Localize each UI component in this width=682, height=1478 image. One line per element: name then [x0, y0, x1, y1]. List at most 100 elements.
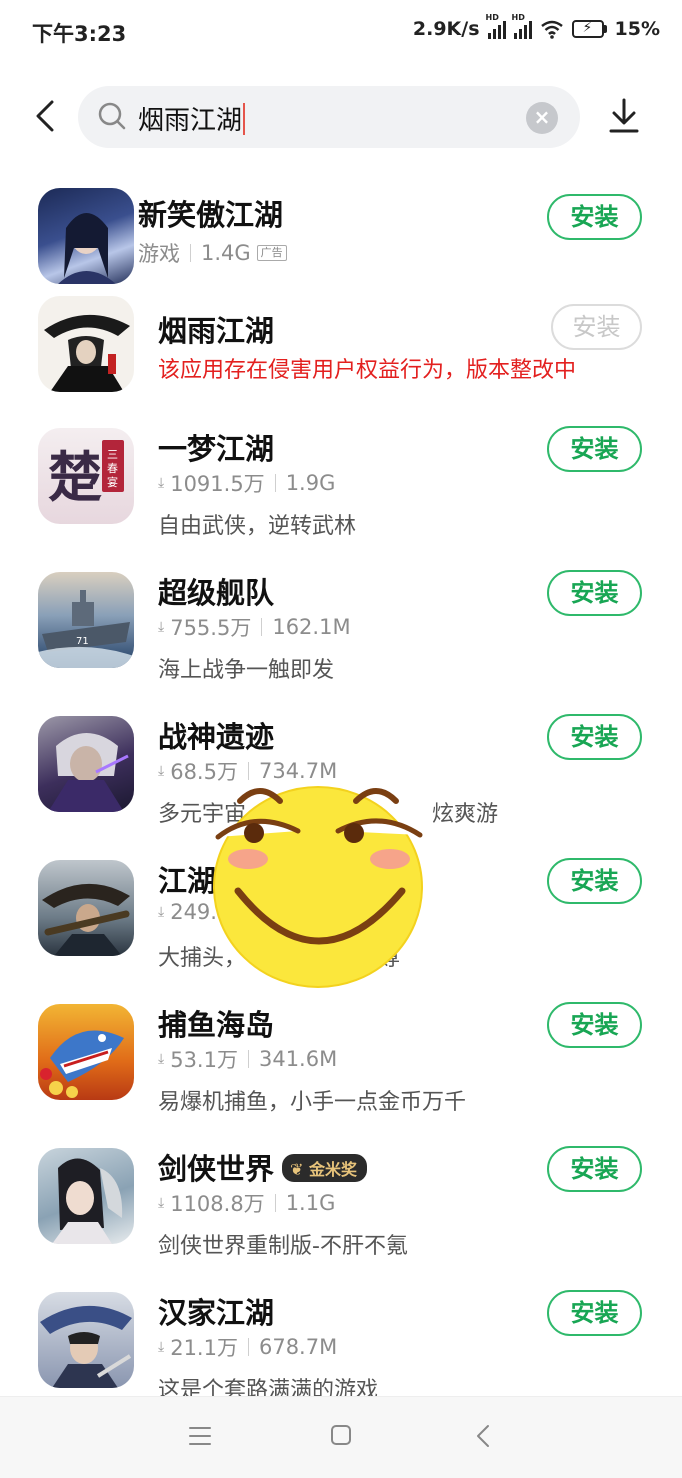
app-size: 734.7M — [258, 759, 338, 783]
app-downloads: 1108.8万 — [170, 1192, 265, 1216]
list-item[interactable]: 71 超级舰队 ⤓ 755.5万 162.1M 海上战争一触即发 安装 — [0, 570, 682, 690]
app-meta: ⤓ 249. — [158, 900, 217, 924]
app-downloads: 21.1万 — [170, 1336, 238, 1360]
app-size: 1.4G — [201, 241, 251, 265]
app-downloads: 1091.5万 — [170, 472, 265, 496]
status-bar: 下午3:23 2.9K/s HD HD ⚡ 15% — [0, 0, 682, 62]
list-item[interactable]: 战神遗迹 ⤓ 68.5万 734.7M 多元宇宙 炫爽游 安装 — [0, 714, 682, 834]
home-icon[interactable] — [329, 1423, 353, 1447]
signal-icon-2: HD — [512, 13, 532, 39]
download-count-icon: ⤓ — [158, 763, 165, 779]
download-count-icon: ⤓ — [158, 1195, 165, 1211]
app-meta: ⤓ 1091.5万 1.9G — [158, 468, 335, 498]
app-size: 1.9G — [285, 471, 336, 495]
list-item[interactable]: 捕鱼海岛 ⤓ 53.1万 341.6M 易爆机捕鱼，小手一点金币万千 安装 — [0, 1002, 682, 1122]
list-item[interactable]: 汉家江湖 ⤓ 21.1万 678.7M 这是个套路满满的游戏 安装 — [0, 1290, 682, 1410]
list-item[interactable]: 剑侠世界 ❦ 金米奖 ⤓ 1108.8万 1.1G 剑侠世界重制版-不肝不氪 安装 — [0, 1146, 682, 1266]
app-description-start: 多元宇宙 — [158, 802, 247, 827]
install-button[interactable]: 安装 — [547, 1146, 642, 1192]
list-item[interactable]: 楚三春宴 一梦江湖 ⤓ 1091.5万 1.9G 自由武侠，逆转武林 安装 — [0, 426, 682, 546]
text-caret — [243, 103, 246, 135]
download-icon[interactable] — [604, 96, 644, 136]
app-description: 大捕头， 尊 — [158, 940, 400, 972]
app-size: 1.1G — [285, 1191, 336, 1215]
app-name: 剑侠世界 — [158, 1152, 275, 1186]
install-button[interactable]: 安装 — [547, 194, 642, 240]
search-query-text: 烟雨江湖 — [138, 100, 246, 137]
app-downloads: 249. — [170, 900, 217, 924]
app-downloads: 68.5万 — [170, 760, 238, 784]
app-icon-yanyu[interactable] — [38, 296, 134, 392]
clear-search-button[interactable]: × — [526, 102, 558, 134]
download-count-icon: ⤓ — [158, 619, 165, 635]
hd-label-2: HD — [511, 13, 525, 22]
laurel-icon: ❦ — [290, 1160, 304, 1179]
install-button[interactable]: 安装 — [547, 570, 642, 616]
app-meta: 游戏 1.4G 广告 — [138, 238, 287, 268]
app-size: 162.1M — [272, 615, 351, 639]
app-description-start: 大捕头， — [158, 946, 247, 971]
download-count-icon: ⤓ — [158, 904, 165, 920]
network-speed: 2.9K/s — [412, 18, 480, 40]
svg-text:宴: 宴 — [107, 475, 118, 489]
status-time: 下午3:23 — [32, 22, 127, 46]
app-icon-yimeng[interactable]: 楚三春宴 — [38, 428, 134, 524]
app-name-with-badge: 剑侠世界 ❦ 金米奖 — [158, 1146, 368, 1188]
warning-text: 该应用存在侵害用户权益行为，版本整改中 — [158, 358, 577, 383]
install-button[interactable]: 安装 — [547, 426, 642, 472]
app-description: 自由武侠，逆转武林 — [158, 514, 357, 539]
app-icon-chaoji[interactable]: 71 — [38, 572, 134, 668]
app-name: 战神遗迹 — [158, 720, 275, 754]
list-item[interactable]: 江湖 ⤓ 249. 大捕头， 尊 安装 — [0, 858, 682, 978]
app-size: 678.7M — [258, 1335, 338, 1359]
app-icon-jianxia[interactable] — [38, 1148, 134, 1244]
search-query: 烟雨江湖 — [138, 106, 243, 136]
download-count-icon: ⤓ — [158, 1051, 165, 1067]
status-indicators: 2.9K/s HD HD ⚡ 15% — [412, 13, 660, 40]
search-input[interactable]: 烟雨江湖 × — [78, 86, 580, 148]
ad-tag: 广告 — [256, 245, 287, 261]
search-icon — [98, 102, 126, 130]
system-nav-bar — [0, 1396, 682, 1478]
app-meta: ⤓ 68.5万 734.7M — [158, 756, 337, 786]
app-description-end: 炫爽游 — [432, 802, 499, 827]
svg-text:71: 71 — [76, 636, 89, 647]
install-button[interactable]: 安装 — [547, 1002, 642, 1048]
list-item[interactable]: 新笑傲江湖 游戏 1.4G 广告 安装 — [0, 170, 682, 290]
list-item[interactable]: 烟雨江湖 该应用存在侵害用户权益行为，版本整改中 安装 — [0, 292, 682, 412]
app-icon-zhanshen[interactable] — [38, 716, 134, 812]
hd-label: HD — [485, 13, 499, 22]
app-category: 游戏 — [138, 242, 180, 266]
app-description-end: 尊 — [378, 946, 401, 971]
app-description: 易爆机捕鱼，小手一点金币万千 — [158, 1090, 467, 1115]
install-button-disabled: 安装 — [551, 304, 642, 350]
app-icon-buyu[interactable] — [38, 1004, 134, 1100]
install-button[interactable]: 安装 — [547, 1290, 642, 1336]
app-name: 江湖 — [158, 864, 217, 898]
app-meta: ⤓ 1108.8万 1.1G — [158, 1188, 335, 1218]
app-description: 海上战争一触即发 — [158, 658, 335, 683]
app-meta: ⤓ 21.1万 678.7M — [158, 1332, 337, 1362]
app-description: 多元宇宙 炫爽游 — [158, 796, 498, 828]
app-name: 烟雨江湖 — [158, 314, 275, 348]
award-badge: ❦ 金米奖 — [282, 1154, 368, 1182]
install-button[interactable]: 安装 — [547, 714, 642, 760]
app-size: 341.6M — [258, 1047, 338, 1071]
app-name: 捕鱼海岛 — [158, 1008, 275, 1042]
app-name: 超级舰队 — [158, 576, 275, 610]
search-header: 烟雨江湖 × — [0, 82, 682, 150]
app-icon-jianghu[interactable] — [38, 860, 134, 956]
app-description: 剑侠世界重制版-不肝不氪 — [158, 1234, 408, 1259]
app-meta: ⤓ 755.5万 162.1M — [158, 612, 351, 642]
nav-back-icon[interactable] — [472, 1423, 496, 1449]
install-button[interactable]: 安装 — [547, 858, 642, 904]
app-icon-hanjia[interactable] — [38, 1292, 134, 1388]
battery-percent: 15% — [614, 18, 660, 40]
back-arrow-icon[interactable] — [28, 96, 64, 136]
recent-apps-icon[interactable] — [188, 1425, 212, 1447]
download-count-icon: ⤓ — [158, 1339, 165, 1355]
app-icon-xinxiaoao[interactable] — [38, 188, 134, 284]
app-name: 汉家江湖 — [158, 1296, 275, 1330]
app-name: 新笑傲江湖 — [138, 198, 284, 232]
download-count-icon: ⤓ — [158, 475, 165, 491]
